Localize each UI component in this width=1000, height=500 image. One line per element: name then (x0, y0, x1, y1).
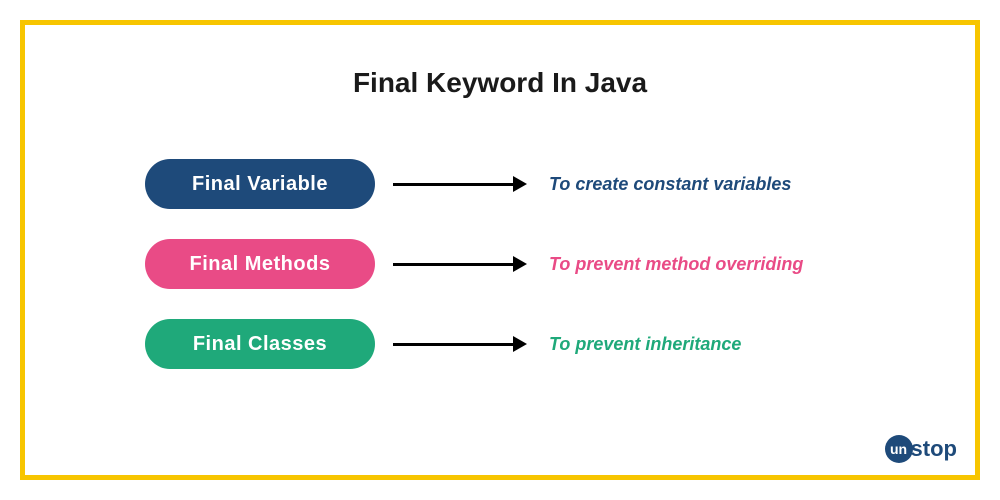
pill-label: Final Classes (193, 333, 327, 356)
pill-label: Final Methods (190, 253, 331, 276)
row-final-classes: Final Classes To prevent inheritance (145, 319, 975, 369)
pill-label: Final Variable (192, 173, 328, 196)
pill-final-methods: Final Methods (145, 239, 375, 289)
desc-final-methods: To prevent method overriding (549, 254, 803, 275)
pill-final-classes: Final Classes (145, 319, 375, 369)
diagram-title: Final Keyword In Java (25, 67, 975, 99)
brand-text: stop (911, 436, 957, 462)
diagram-rows: Final Variable To create constant variab… (145, 159, 975, 369)
desc-final-variable: To create constant variables (549, 174, 791, 195)
arrow-icon (393, 336, 527, 352)
brand-logo: unstop (885, 435, 957, 463)
brand-badge: un (885, 435, 913, 463)
row-final-variable: Final Variable To create constant variab… (145, 159, 975, 209)
arrow-icon (393, 176, 527, 192)
diagram-frame: Final Keyword In Java Final Variable To … (20, 20, 980, 480)
pill-final-variable: Final Variable (145, 159, 375, 209)
arrow-icon (393, 256, 527, 272)
desc-final-classes: To prevent inheritance (549, 334, 741, 355)
row-final-methods: Final Methods To prevent method overridi… (145, 239, 975, 289)
